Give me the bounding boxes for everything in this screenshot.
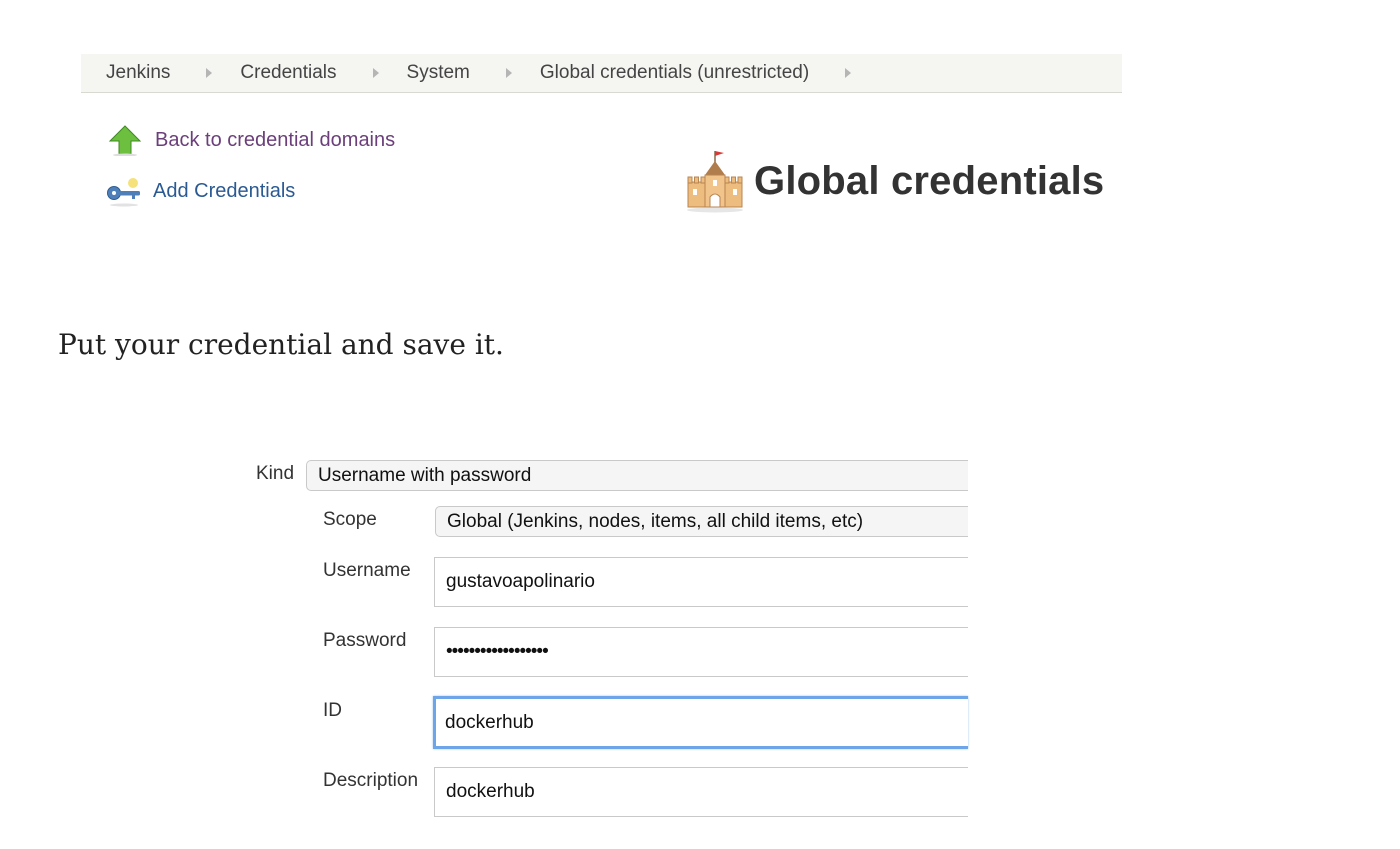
scope-label: Scope (323, 509, 377, 530)
description-label: Description (323, 770, 419, 791)
instruction-text: Put your credential and save it. (58, 328, 504, 361)
kind-select[interactable]: Username with password (306, 460, 968, 491)
breadcrumb-chevron-icon[interactable] (206, 68, 213, 78)
breadcrumb-item-system[interactable]: System (407, 62, 470, 84)
breadcrumb: Jenkins Credentials System Global creden… (81, 54, 1122, 93)
description-input[interactable]: dockerhub (434, 767, 968, 817)
back-to-credential-domains-link[interactable]: Back to credential domains (108, 124, 395, 157)
back-link-label[interactable]: Back to credential domains (155, 129, 395, 152)
breadcrumb-item-global-credentials[interactable]: Global credentials (unrestricted) (540, 62, 809, 84)
breadcrumb-chevron-icon[interactable] (372, 68, 379, 78)
breadcrumb-chevron-icon[interactable] (845, 68, 852, 78)
up-arrow-icon (108, 124, 142, 157)
castle-icon (684, 148, 746, 214)
username-input[interactable]: gustavoapolinario (434, 557, 968, 607)
password-label: Password (323, 630, 407, 651)
id-label: ID (323, 700, 342, 721)
kind-label: Kind (256, 463, 295, 484)
username-label: Username (323, 560, 411, 581)
breadcrumb-item-jenkins[interactable]: Jenkins (106, 62, 170, 84)
breadcrumb-item-credentials[interactable]: Credentials (240, 62, 336, 84)
page-title: Global credentials (754, 158, 1105, 203)
password-input[interactable]: •••••••••••••••••• (434, 627, 968, 677)
add-credentials-label[interactable]: Add Credentials (153, 180, 295, 203)
page-heading: Global credentials (684, 148, 1104, 214)
id-input[interactable]: dockerhub (433, 696, 968, 749)
add-credentials-link[interactable]: Add Credentials (106, 175, 295, 207)
breadcrumb-chevron-icon[interactable] (505, 68, 512, 78)
key-icon (106, 175, 140, 207)
scope-select[interactable]: Global (Jenkins, nodes, items, all child… (435, 506, 968, 537)
